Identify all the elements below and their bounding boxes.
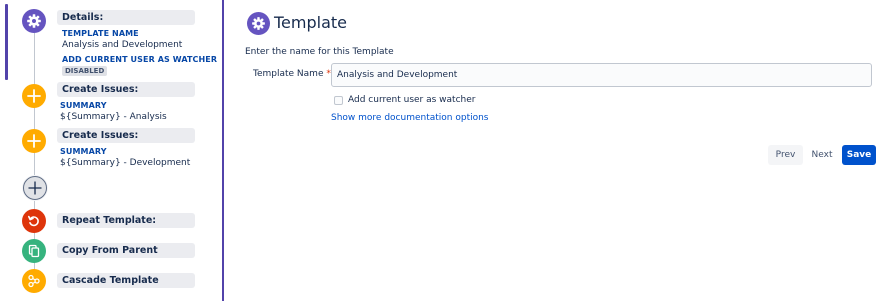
- save-button[interactable]: Save: [842, 145, 876, 165]
- template-name-input[interactable]: [331, 63, 872, 87]
- step-title-details[interactable]: Details:: [57, 10, 195, 25]
- template-name-label: TEMPLATE NAME: [62, 29, 139, 38]
- create-issues-plus-icon[interactable]: [22, 129, 46, 153]
- cascade-icon[interactable]: [22, 269, 46, 293]
- step-title-create-issues[interactable]: Create Issues:: [57, 128, 195, 143]
- page-title: Template: [274, 13, 348, 32]
- steps-panel: Details: TEMPLATE NAME Analysis and Deve…: [0, 0, 222, 301]
- step-title-repeat-template[interactable]: Repeat Template:: [57, 213, 195, 228]
- watcher-checkbox-label[interactable]: Add current user as watcher: [348, 95, 475, 105]
- form-instruction: Enter the name for this Template: [245, 47, 394, 57]
- watcher-label: ADD CURRENT USER AS WATCHER: [62, 55, 218, 64]
- next-button[interactable]: Next: [804, 145, 840, 165]
- template-name-field-label: Template Name *: [253, 69, 331, 79]
- step-title-cascade-template[interactable]: Cascade Template: [57, 273, 195, 288]
- repeat-icon[interactable]: [22, 209, 46, 233]
- active-step-indicator: [5, 4, 8, 80]
- template-name-label-text: Template Name: [253, 69, 324, 79]
- template-form-panel: Template Enter the name for this Templat…: [224, 0, 880, 301]
- copy-icon[interactable]: [22, 239, 46, 263]
- create-issues-plus-icon[interactable]: [22, 84, 46, 108]
- watcher-status-badge: DISABLED: [62, 66, 108, 76]
- template-gear-icon: [247, 12, 270, 35]
- add-step-plus-icon[interactable]: [23, 176, 47, 200]
- show-more-docs-link[interactable]: Show more documentation options: [331, 113, 489, 123]
- step-title-create-issues[interactable]: Create Issues:: [57, 82, 195, 97]
- watcher-checkbox[interactable]: [334, 96, 343, 105]
- step-connector: [34, 33, 35, 85]
- step-title-copy-from-parent[interactable]: Copy From Parent: [57, 243, 195, 258]
- step-connector: [34, 152, 35, 176]
- summary-value: ${Summary} - Development: [60, 158, 191, 168]
- summary-label: SUMMARY: [60, 101, 107, 110]
- summary-label: SUMMARY: [60, 147, 107, 156]
- prev-button[interactable]: Prev: [768, 145, 803, 165]
- template-name-value: Analysis and Development: [62, 40, 183, 50]
- summary-value: ${Summary} - Analysis: [60, 112, 167, 122]
- step-connector: [34, 106, 35, 130]
- details-gear-icon[interactable]: [22, 9, 46, 33]
